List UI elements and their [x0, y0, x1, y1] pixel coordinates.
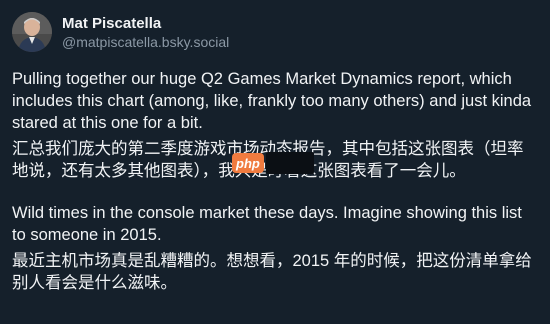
author-display-name[interactable]: Mat Piscatella [62, 14, 229, 33]
post-header: Mat Piscatella @matpiscatella.bsky.socia… [12, 12, 538, 52]
post-body: Pulling together our huge Q2 Games Marke… [12, 68, 538, 294]
post-card: Mat Piscatella @matpiscatella.bsky.socia… [0, 0, 550, 324]
author-names: Mat Piscatella @matpiscatella.bsky.socia… [62, 14, 229, 51]
post-paragraph-1-en: Pulling together our huge Q2 Games Marke… [12, 70, 532, 132]
post-paragraph-2-cn: 最近主机市场真是乱糟糟的。想想看，2015 年的时候，把这份清单拿给别人看会是什… [12, 252, 532, 292]
post-paragraph-1-cn: 汇总我们庞大的第二季度游戏市场动态报告，其中包括这张图表（坦率地说，还有太多其他… [12, 140, 524, 180]
person-avatar-icon[interactable] [12, 12, 52, 52]
post-paragraph-2-en: Wild times in the console market these d… [12, 204, 522, 244]
author-handle[interactable]: @matpiscatella.bsky.social [62, 33, 229, 51]
